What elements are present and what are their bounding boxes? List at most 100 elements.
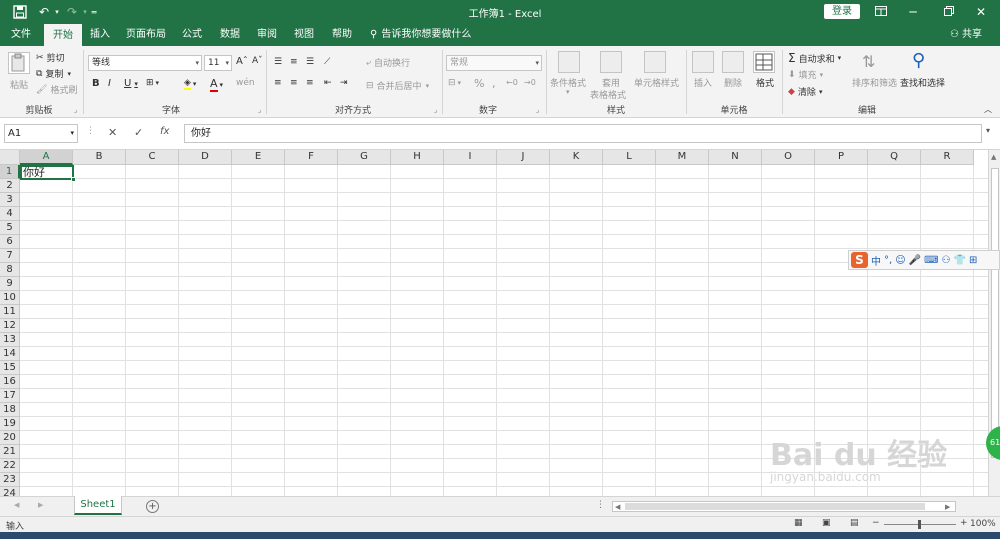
comma-button[interactable]: , (492, 77, 496, 90)
font-size-combo[interactable]: 11 ▾ (204, 55, 232, 71)
row-header-2[interactable]: 2 (0, 179, 20, 193)
row-header-22[interactable]: 22 (0, 459, 20, 473)
cell-styles-icon[interactable] (644, 51, 666, 73)
delete-cells-icon[interactable] (722, 51, 744, 73)
decrease-indent-icon[interactable]: ⇤ (324, 78, 332, 88)
cell-styles-button[interactable]: 单元格样式 (634, 76, 679, 89)
fill-color-button[interactable]: ◈ ▾ (184, 78, 196, 90)
percent-button[interactable]: % (474, 77, 484, 90)
tell-me-box[interactable]: ⚲ 告诉我你想要做什么 (370, 24, 471, 46)
row-header-10[interactable]: 10 (0, 291, 20, 305)
scroll-right-icon[interactable]: ▶ (945, 503, 950, 511)
share-button[interactable]: ⚇ 共享 (950, 24, 982, 46)
column-header-h[interactable]: H (391, 150, 444, 165)
bottom-align-icon[interactable]: ☰ (306, 57, 314, 67)
phonetic-button[interactable]: wén (236, 78, 255, 88)
sheet-tab-sheet1[interactable]: Sheet1 (74, 496, 122, 515)
wrap-text-button[interactable]: ⤶ 自动换行 (366, 56, 410, 70)
shrink-font-button[interactable]: Aˇ (252, 56, 263, 66)
scroll-up-icon[interactable]: ▲ (991, 153, 996, 161)
login-button[interactable]: 登录 (824, 4, 860, 19)
restore-icon[interactable] (934, 2, 964, 22)
scroll-left-icon[interactable]: ◀ (615, 503, 620, 511)
expand-formula-bar-icon[interactable]: ▾ (986, 126, 990, 135)
format-cells-icon[interactable] (753, 51, 775, 73)
column-header-e[interactable]: E (232, 150, 285, 165)
tab-help[interactable]: 帮助 (326, 24, 358, 46)
fill-button[interactable]: ⬇ 填充 ▾ (788, 68, 823, 82)
sogou-logo-icon[interactable]: S (851, 252, 868, 268)
name-box[interactable]: A1 ▾ (4, 124, 78, 143)
page-layout-view-icon[interactable]: ▣ (822, 518, 831, 528)
row-header-18[interactable]: 18 (0, 403, 20, 417)
tab-page-layout[interactable]: 页面布局 (122, 24, 170, 46)
find-select-icon[interactable]: ⚲ (912, 50, 925, 71)
column-header-i[interactable]: I (444, 150, 497, 165)
top-align-icon[interactable]: ☰ (274, 57, 282, 67)
format-as-table-icon[interactable] (600, 51, 622, 73)
italic-button[interactable]: I (108, 78, 111, 89)
cut-button[interactable]: ✂ 剪切 (36, 51, 65, 65)
row-header-14[interactable]: 14 (0, 347, 20, 361)
clear-button[interactable]: ◆ 清除 ▾ (788, 85, 822, 99)
middle-align-icon[interactable]: ≡ (290, 57, 298, 67)
delete-cells-button[interactable]: 删除 (724, 76, 742, 89)
insert-cells-icon[interactable] (692, 51, 714, 73)
clipboard-launcher-icon[interactable]: ⌟ (74, 106, 77, 114)
alignment-launcher-icon[interactable]: ⌟ (434, 106, 437, 114)
undo-dropdown-icon[interactable]: ▾ (52, 3, 62, 21)
zoom-slider[interactable] (884, 520, 956, 529)
increase-indent-icon[interactable]: ⇥ (340, 78, 348, 88)
close-icon[interactable]: ✕ (966, 2, 996, 22)
save-icon[interactable] (10, 3, 30, 21)
grow-font-button[interactable]: Aˆ (236, 56, 248, 67)
row-header-4[interactable]: 4 (0, 207, 20, 221)
select-all-corner[interactable] (0, 150, 20, 165)
zoom-out-icon[interactable]: − (872, 518, 880, 528)
row-header-7[interactable]: 7 (0, 249, 20, 263)
row-header-3[interactable]: 3 (0, 193, 20, 207)
ribbon-display-options-icon[interactable] (866, 2, 896, 22)
cancel-icon[interactable]: ✕ (108, 126, 117, 139)
format-cells-button[interactable]: 格式 (756, 76, 774, 89)
horizontal-scrollbar[interactable]: ◀ ▶ (612, 501, 956, 512)
row-header-6[interactable]: 6 (0, 235, 20, 249)
column-header-p[interactable]: P (815, 150, 868, 165)
conditional-formatting-icon[interactable] (558, 51, 580, 73)
tab-file[interactable]: 文件 (4, 24, 38, 46)
row-header-23[interactable]: 23 (0, 473, 20, 487)
number-launcher-icon[interactable]: ⌟ (536, 106, 539, 114)
paste-icon[interactable] (8, 52, 30, 74)
row-header-5[interactable]: 5 (0, 221, 20, 235)
formula-input[interactable]: 你好 (184, 124, 982, 143)
align-center-icon[interactable]: ≡ (290, 78, 298, 88)
column-header-g[interactable]: G (338, 150, 391, 165)
redo-icon[interactable]: ↷ (64, 3, 80, 21)
row-header-21[interactable]: 21 (0, 445, 20, 459)
bold-button[interactable]: B (92, 78, 100, 89)
tab-data[interactable]: 数据 (214, 24, 246, 46)
collapse-ribbon-icon[interactable]: ︿ (984, 104, 992, 115)
align-right-icon[interactable]: ≡ (306, 78, 314, 88)
row-header-11[interactable]: 11 (0, 305, 20, 319)
minimize-icon[interactable]: ─ (898, 2, 928, 22)
row-header-19[interactable]: 19 (0, 417, 20, 431)
tab-home[interactable]: 开始 (44, 24, 82, 46)
zoom-level[interactable]: 100% (970, 519, 996, 529)
sort-filter-icon[interactable]: ⇅ (862, 52, 875, 71)
column-header-f[interactable]: F (285, 150, 338, 165)
font-name-combo[interactable]: 等线 ▾ (88, 55, 202, 71)
enter-icon[interactable]: ✓ (134, 126, 143, 139)
customize-qat-icon[interactable]: ═ (88, 3, 100, 21)
table-label-2[interactable]: 表格格式 (590, 88, 626, 101)
prev-sheet-icon[interactable]: ◀ (14, 501, 19, 509)
autosum-button[interactable]: Σ 自动求和 ▾ (788, 51, 841, 65)
row-header-24[interactable]: 24 (0, 487, 20, 496)
row-header-8[interactable]: 8 (0, 263, 20, 277)
insert-function-button[interactable]: fx (160, 126, 169, 137)
tab-formulas[interactable]: 公式 (176, 24, 208, 46)
column-header-q[interactable]: Q (868, 150, 921, 165)
fill-handle[interactable] (71, 177, 76, 182)
align-left-icon[interactable]: ≡ (274, 78, 282, 88)
normal-view-icon[interactable]: ▦ (794, 518, 803, 528)
